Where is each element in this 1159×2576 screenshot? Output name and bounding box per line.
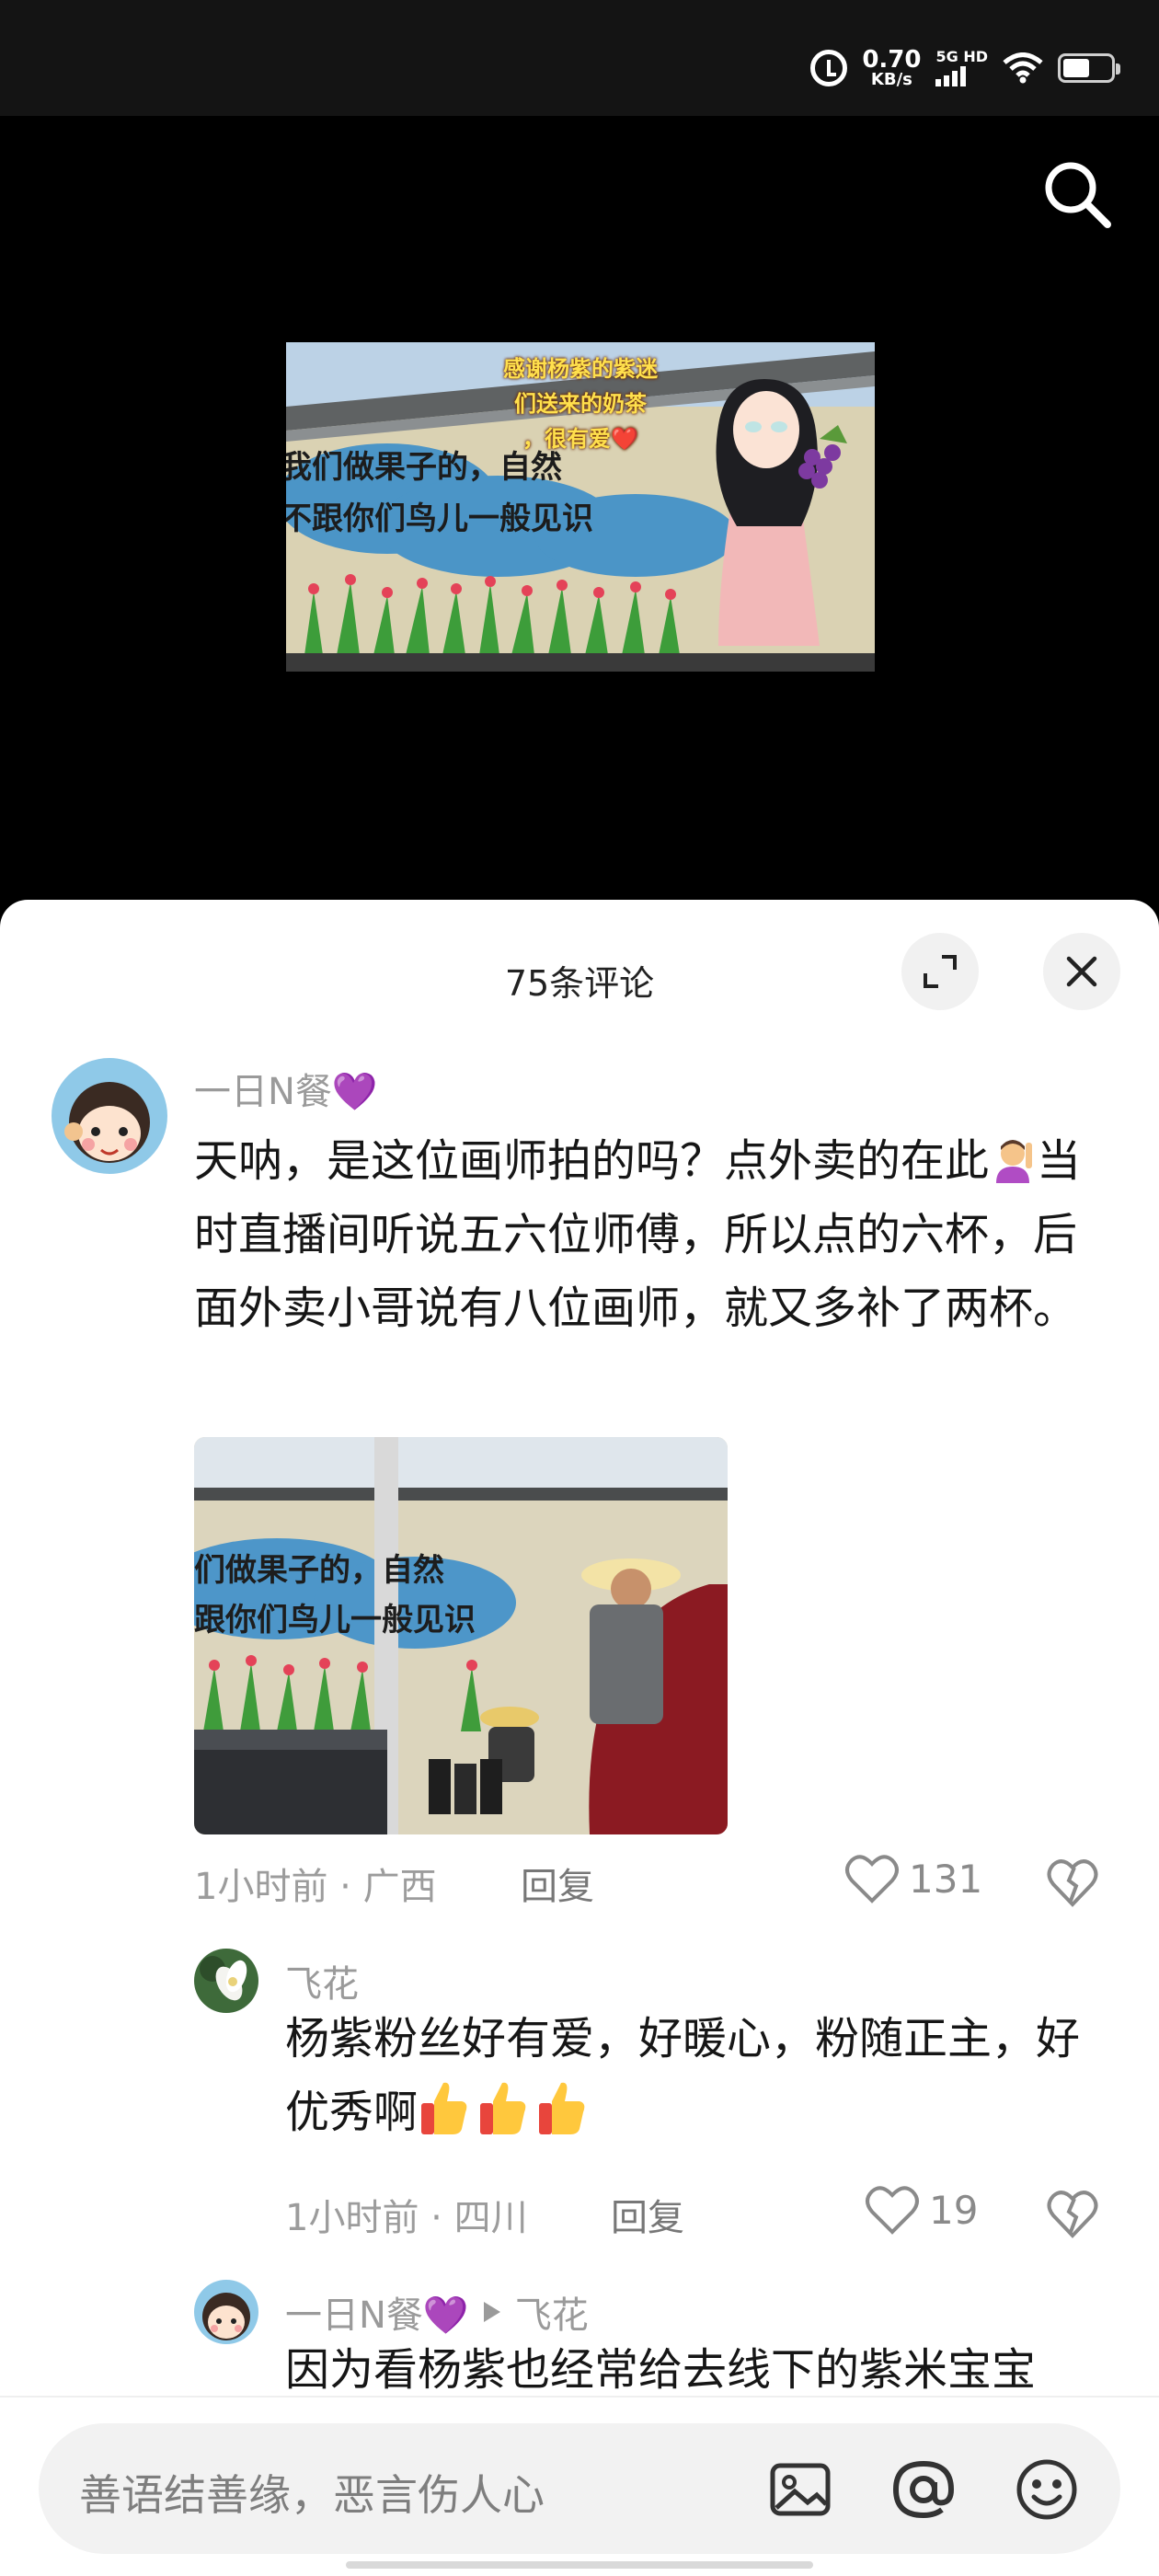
raising-hand-emoji-icon: [996, 1140, 1033, 1183]
comment-time-location: 1小时前 · 广西: [194, 1866, 437, 1908]
signal-icon: [935, 66, 967, 86]
photo-wall-text: 们做果子的，自然 跟你们鸟儿一般见识: [194, 1546, 476, 1645]
caption-line: 感谢杨紫的紫迷: [503, 356, 658, 382]
comment-input[interactable]: 善语结善缘，恶言伤人心: [39, 2423, 1120, 2554]
reply-button[interactable]: 回复: [521, 1857, 594, 1910]
like-button[interactable]: 131: [844, 1853, 982, 1904]
speed-value: 0.70: [862, 46, 922, 74]
thumbs-up-emoji-icon: [421, 2082, 467, 2134]
caption-line: 们送来的奶茶: [514, 391, 647, 417]
comment-text: 天呐，是这位画师拍的吗？点外卖的在此 当时直播间听说五六位师傅，所以点的六杯，后…: [194, 1124, 1114, 1345]
reply-target-username[interactable]: 飞花: [515, 2285, 589, 2339]
reply-username-row: 一日N餐💜 飞花: [285, 2285, 589, 2339]
avatar-image: [194, 1949, 258, 2013]
wifi-icon: [1003, 52, 1043, 84]
heart-icon: [845, 1855, 899, 1903]
emoji-icon[interactable]: [1014, 2456, 1080, 2523]
comment-time-location: 1小时前 · 四川: [285, 2197, 528, 2239]
like-count: 19: [929, 2187, 979, 2233]
comment-username[interactable]: 一日N餐💜: [194, 1062, 378, 1115]
wall-text: 我们做果子的，自然 不跟你们鸟儿一般见识: [286, 442, 593, 545]
reply-arrow-icon: [483, 2302, 500, 2322]
video-frame[interactable]: 我们做果子的，自然 不跟你们鸟儿一般见识 感谢杨紫的紫迷 们送来的奶茶 ，很有爱…: [286, 342, 875, 672]
at-icon[interactable]: [890, 2456, 957, 2523]
avatar-image: [52, 1058, 167, 1174]
thumbs-up-emoji-icon: [480, 2082, 526, 2134]
reply-button[interactable]: 回复: [611, 2188, 684, 2241]
network-speed: 0.70 KB/s: [862, 48, 921, 88]
avatar[interactable]: [52, 1058, 167, 1174]
video-player[interactable]: 我们做果子的，自然 不跟你们鸟儿一般见识 感谢杨紫的紫迷 们送来的奶茶 ，很有爱…: [0, 116, 1159, 907]
home-indicator[interactable]: [346, 2561, 813, 2569]
image-icon[interactable]: [767, 2456, 833, 2523]
video-caption: 感谢杨紫的紫迷 们送来的奶茶 ，很有爱❤️: [470, 351, 691, 456]
speed-unit: KB/s: [870, 70, 912, 89]
wall-text-line: 不跟你们鸟儿一般见识: [286, 500, 593, 537]
status-bar: 0.70 KB/s 5G HD: [0, 0, 1159, 116]
comment-input-placeholder: 善语结善缘，恶言伤人心: [79, 2470, 545, 2520]
comment-count-title: 75条评论: [504, 963, 655, 1004]
dislike-icon[interactable]: [1047, 2188, 1098, 2239]
caption-line: ，很有爱❤️: [522, 426, 638, 452]
status-icons: 0.70 KB/s 5G HD: [810, 48, 1120, 88]
search-icon[interactable]: [1038, 155, 1115, 232]
comment-sheet: 75条评论 一日N餐💜 天呐，是这位画师拍的吗？点外卖的在此 当时直播间听说五六…: [0, 900, 1159, 2576]
avatar[interactable]: [194, 2280, 258, 2344]
network-label: 5G HD: [935, 48, 988, 65]
comment-text-part: 天呐，是这位画师拍的吗？点外卖的在此: [194, 1135, 990, 1187]
close-button[interactable]: [1043, 933, 1120, 1010]
photo-wall-line: 跟你们鸟儿一般见识: [194, 1602, 476, 1639]
comment-username[interactable]: 飞花: [285, 1954, 359, 2007]
like-count: 131: [909, 1856, 983, 1902]
comment-username[interactable]: 一日N餐💜: [285, 2285, 469, 2339]
heart-icon: [866, 2186, 919, 2235]
comment-text-part: 杨紫粉丝好有爱，好暖心，粉随正主，好优秀啊: [285, 2013, 1081, 2138]
photo-wall-line: 们做果子的，自然: [194, 1552, 444, 1589]
battery-icon: [1058, 53, 1120, 83]
thumbs-up-emoji-icon: [539, 2082, 585, 2134]
alarm-icon: [810, 50, 848, 86]
expand-icon: [924, 955, 957, 988]
avatar[interactable]: [194, 1949, 258, 2013]
expand-button[interactable]: [901, 933, 979, 1010]
comment-image[interactable]: 们做果子的，自然 跟你们鸟儿一般见识: [194, 1437, 728, 1834]
signal-indicator: 5G HD: [935, 50, 988, 86]
like-button[interactable]: 19: [865, 2184, 978, 2236]
dislike-icon[interactable]: [1047, 1857, 1098, 1908]
avatar-image: [194, 2280, 258, 2344]
close-icon: [1066, 956, 1097, 987]
comment-text: 杨紫粉丝好有爱，好暖心，粉随正主，好优秀啊: [285, 2002, 1113, 2149]
comment-input-bar: 善语结善缘，恶言伤人心: [0, 2396, 1159, 2576]
